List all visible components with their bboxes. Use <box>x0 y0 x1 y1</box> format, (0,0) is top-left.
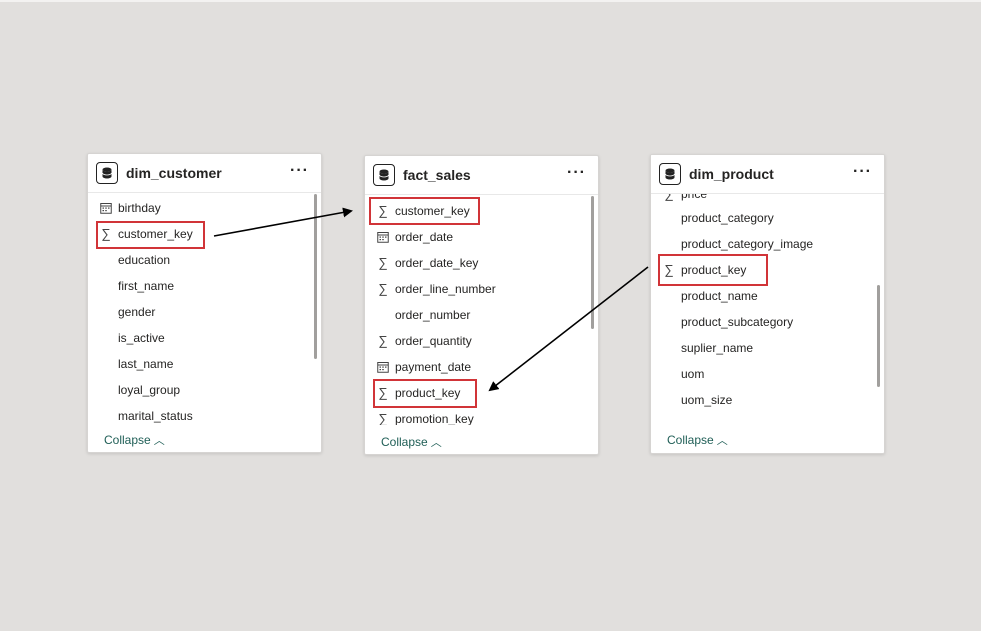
relationship-arrows <box>213 207 649 392</box>
relationship-arrow-customer <box>213 207 353 237</box>
relationship-arrow-product <box>488 266 649 392</box>
